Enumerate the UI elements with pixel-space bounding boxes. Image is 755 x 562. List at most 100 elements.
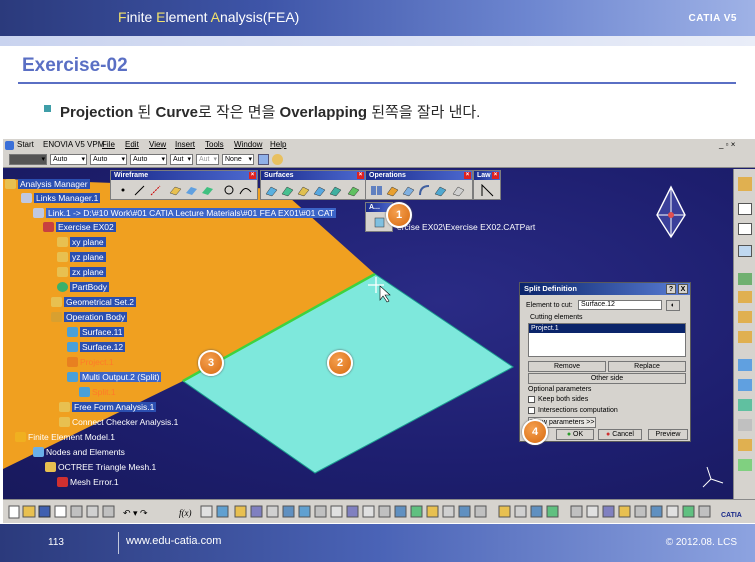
menu-insert[interactable]: Insert [175, 140, 195, 149]
linetype-combo[interactable]: Auto [130, 154, 167, 165]
menu-edit[interactable]: Edit [125, 140, 139, 149]
fillet-icon[interactable] [418, 184, 431, 197]
law-icon[interactable] [481, 183, 494, 197]
viewer-canvas[interactable]: Analysis Manager Links Manager.1 Link.1 … [3, 169, 733, 499]
extrapolate-icon[interactable] [452, 184, 465, 197]
fill-icon[interactable] [329, 184, 342, 197]
translate-icon[interactable] [434, 184, 447, 197]
offset-icon[interactable] [297, 184, 310, 197]
tree-item[interactable]: Mesh Error.1 [57, 477, 119, 487]
axis-tool-icon[interactable] [149, 184, 162, 197]
tree-item[interactable]: Surface.12 [67, 342, 126, 352]
color-combo[interactable] [9, 154, 47, 165]
cutting-elements-list[interactable]: Project.1 [528, 323, 686, 357]
format-painter-icon[interactable] [258, 154, 269, 165]
menu-help[interactable]: Help [270, 140, 286, 149]
line-icon[interactable] [133, 184, 146, 197]
transparency-combo[interactable]: Auto [50, 154, 87, 165]
tree-item[interactable]: Split.1 [79, 387, 116, 397]
linewidth-combo[interactable]: Auto [90, 154, 127, 165]
element-to-cut-field[interactable]: Surface.12 [578, 300, 662, 310]
plane-icon [57, 237, 68, 247]
close-icon[interactable]: × [357, 172, 364, 179]
menu-enovia[interactable]: ENOVIA V5 VPM [43, 140, 104, 149]
beam-mesh-icon[interactable] [738, 379, 752, 391]
sweep-icon[interactable] [313, 184, 326, 197]
layer-combo[interactable]: None [222, 154, 254, 165]
tree-item[interactable]: Free Form Analysis.1 [59, 402, 157, 412]
keep-both-checkbox[interactable] [528, 396, 535, 403]
tree-item[interactable]: OCTREE Triangle Mesh.1 [45, 462, 156, 472]
tree-item[interactable]: Connect Checker Analysis.1 [59, 417, 178, 427]
export-icon[interactable] [738, 439, 752, 451]
close-icon[interactable]: × [492, 172, 499, 179]
connection-icon[interactable] [738, 399, 752, 411]
preview-button[interactable]: Preview [648, 429, 688, 440]
tree-item[interactable]: Nodes and Elements [33, 447, 125, 457]
circle-icon[interactable] [223, 184, 236, 197]
projection-icon[interactable] [185, 184, 198, 197]
element-picker-icon[interactable]: ◐ [666, 300, 680, 311]
menu-tools[interactable]: Tools [205, 140, 224, 149]
tree-item[interactable]: Analysis Manager [5, 179, 90, 189]
other-side-button[interactable]: Other side [528, 373, 686, 384]
list-item[interactable]: Project.1 [529, 324, 685, 333]
remove-button[interactable]: Remove [528, 361, 606, 372]
replace-button[interactable]: Replace [608, 361, 686, 372]
revolve-icon[interactable] [281, 184, 294, 197]
intersections-checkbox[interactable] [528, 407, 535, 414]
point-cloud-icon[interactable] [738, 273, 752, 285]
loft-icon[interactable] [347, 184, 360, 197]
spline-icon[interactable] [239, 184, 252, 197]
help-button[interactable]: ? [666, 284, 676, 294]
analysis-view-icon[interactable] [738, 245, 752, 257]
tree-item[interactable]: xy plane [57, 237, 106, 247]
point-combo[interactable]: Aut [170, 154, 193, 165]
close-icon[interactable]: × [464, 172, 471, 179]
tree-item[interactable]: Links Manager.1 [21, 193, 101, 203]
tree-item[interactable]: Geometrical Set.2 [51, 297, 137, 307]
sketch-icon[interactable] [738, 223, 752, 235]
tree-item[interactable]: Exercise EX02 [43, 222, 116, 232]
tree-item[interactable]: Surface.11 [67, 327, 125, 337]
tree-item[interactable]: Project.1 [67, 357, 114, 367]
intersection-icon[interactable] [201, 184, 214, 197]
compass-icon[interactable] [656, 185, 686, 239]
layer-disabled-combo[interactable]: Aut [196, 154, 219, 165]
close-button[interactable]: X [678, 284, 688, 294]
ok-button[interactable]: ● OK [556, 429, 594, 440]
footer-url[interactable]: www.edu-catia.com [126, 535, 221, 547]
menu-file[interactable]: File [102, 140, 115, 149]
workbench-icon[interactable] [738, 177, 752, 191]
plane-icon [57, 267, 68, 277]
material-icon[interactable] [738, 331, 752, 343]
menu-window[interactable]: Window [234, 140, 262, 149]
analysis-tool-icon[interactable] [373, 216, 386, 229]
mesh-tool-icon[interactable] [738, 291, 752, 303]
tree-item[interactable]: Multi Output.2 (Split) [67, 372, 162, 382]
update-icon[interactable] [738, 459, 752, 471]
close-icon[interactable]: × [249, 172, 256, 179]
surface-mesh-icon[interactable] [738, 359, 752, 371]
graphic-properties-icon[interactable] [272, 154, 283, 165]
tree-item[interactable]: zx plane [57, 267, 106, 277]
split-tool-icon[interactable] [386, 184, 399, 197]
tree-item[interactable]: yz plane [57, 252, 106, 262]
menu-start[interactable]: Start [17, 140, 34, 149]
menu-view[interactable]: View [149, 140, 166, 149]
tree-item[interactable]: Link.1 -> D:\#10 Work\#01 CATIA Lecture … [33, 208, 337, 218]
join-icon[interactable] [370, 184, 383, 197]
bottom-toolbar-icons[interactable]: ↶ ▾ ↷ f(x) CATIA [3, 500, 755, 523]
tree-item[interactable]: Finite Element Model.1 [15, 432, 115, 442]
point-icon[interactable] [117, 184, 130, 197]
properties-icon[interactable] [738, 311, 752, 323]
tree-item[interactable]: Operation Body [51, 312, 128, 322]
tree-item[interactable]: PartBody [57, 282, 109, 292]
extrude-icon[interactable] [265, 184, 278, 197]
plane-tool-icon[interactable] [169, 184, 182, 197]
cancel-button[interactable]: ● Cancel [598, 429, 642, 440]
window-controls[interactable]: _ ▫ × [719, 140, 735, 149]
boundary-icon[interactable] [402, 184, 415, 197]
select-icon[interactable] [738, 203, 752, 215]
quality-icon[interactable] [738, 419, 752, 431]
